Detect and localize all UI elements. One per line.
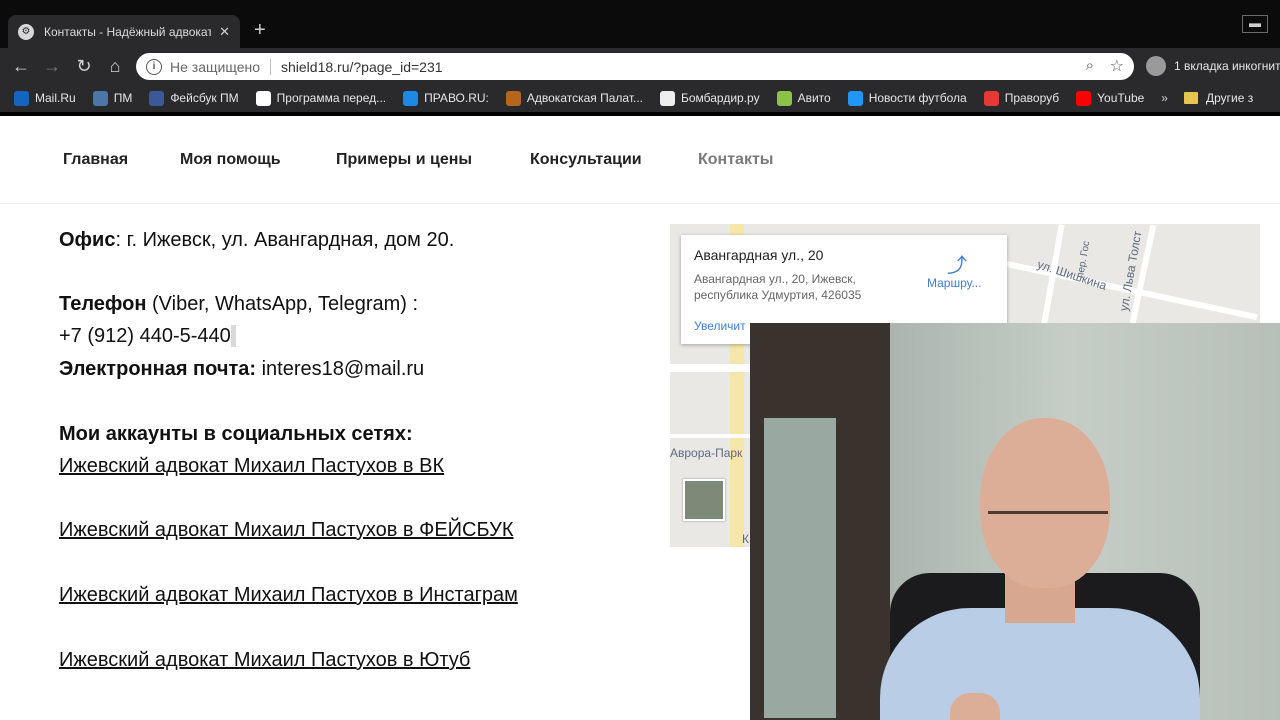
office-value: : г. Ижевск, ул. Авангардная, дом 20. — [115, 229, 455, 251]
social-link-youtube[interactable]: Ижевский адвокат Михаил Пастухов в Ютуб — [59, 649, 470, 672]
nav-my-help[interactable]: Моя помощь — [180, 151, 281, 169]
window-minimize-button[interactable]: ▬ — [1242, 15, 1268, 33]
bookmark-label: Программа перед... — [276, 91, 387, 105]
enlarge-map-link[interactable]: Увеличит — [694, 319, 746, 333]
tab-favicon-icon: ⚙ — [18, 23, 34, 40]
social-link-vk[interactable]: Ижевский адвокат Михаил Пастухов в ВК — [59, 455, 444, 478]
bookmark-label: ПМ — [113, 91, 133, 105]
bookmark-favicon-icon — [149, 90, 165, 106]
map-road — [972, 253, 1258, 321]
directions-link[interactable]: Маршру... — [927, 276, 981, 290]
forward-arrow-icon[interactable]: → — [40, 55, 64, 79]
phone-number: +7 (912) 440-5-440 — [59, 325, 231, 347]
bookmark-favicon-icon — [255, 90, 271, 106]
back-arrow-icon[interactable]: ← — [9, 55, 33, 79]
phone-number-line: +7 (912) 440-5-440 — [59, 325, 237, 348]
reload-icon[interactable]: ↻ — [72, 55, 96, 79]
video-door-pane — [764, 418, 836, 718]
bookmark-item[interactable]: Фейсбук ПМ — [149, 90, 239, 106]
tab-close-icon[interactable]: ✕ — [219, 24, 230, 40]
map-area-label: Аврора-Парк — [670, 446, 743, 460]
bookmark-item[interactable]: Mail.Ru — [14, 90, 76, 106]
nav-consultations[interactable]: Консультации — [530, 151, 642, 169]
not-secure-label: Не защищено — [170, 58, 260, 75]
social-heading: Мои аккаунты в социальных сетях: — [59, 423, 413, 445]
email-label: Электронная почта: — [59, 358, 257, 380]
bookmark-label: YouTube — [1097, 91, 1145, 105]
video-person-glasses — [988, 511, 1108, 529]
social-link-instagram[interactable]: Ижевский адвокат Михаил Пастухов в Инста… — [59, 584, 518, 607]
email-value[interactable]: interes18@mail.ru — [256, 358, 425, 380]
bookmarks-overflow-button[interactable]: » — [1161, 91, 1168, 105]
incognito-icon — [1146, 56, 1166, 76]
folder-icon — [1183, 92, 1198, 104]
video-person-head — [980, 418, 1110, 588]
email-line: Электронная почта: interes18@mail.ru — [59, 358, 424, 381]
url-text[interactable]: shield18.ru/?page_id=231 — [281, 59, 443, 75]
bookmark-favicon-icon — [660, 90, 675, 106]
bookmark-label: Фейсбук ПМ — [170, 91, 239, 105]
office-line: Офис: г. Ижевск, ул. Авангардная, дом 20… — [59, 229, 454, 252]
bookmark-favicon-icon — [776, 90, 792, 106]
webcam-video-overlay — [750, 323, 1280, 720]
bookmark-star-icon[interactable]: ☆ — [1110, 56, 1124, 76]
bookmark-label: ПРАВО.RU: — [424, 91, 489, 105]
bookmark-label: Mail.Ru — [35, 91, 76, 105]
incognito-label: 1 вкладка инкогнит — [1174, 59, 1280, 73]
video-person-hand — [950, 693, 1000, 720]
zoom-icon[interactable]: ⌕ — [1086, 57, 1094, 74]
map-road — [670, 434, 750, 438]
nav-contacts[interactable]: Контакты — [698, 151, 773, 169]
bookmark-item[interactable]: ПМ — [92, 90, 133, 106]
text-selection — [230, 325, 237, 347]
bookmark-item[interactable]: ПРАВО.RU: — [403, 90, 489, 106]
nav-examples-prices[interactable]: Примеры и цены — [336, 151, 472, 169]
office-label: Офис — [59, 229, 116, 251]
bookmark-favicon-icon — [983, 90, 999, 106]
bookmark-favicon-icon — [847, 90, 863, 106]
video-person-shirt — [880, 608, 1200, 720]
bookmark-label: Бомбардир.ру — [681, 91, 760, 105]
other-bookmarks-folder[interactable]: Другие з — [1183, 91, 1254, 105]
address-separator — [270, 58, 271, 75]
video-door — [750, 323, 890, 720]
bookmark-item[interactable]: Праворуб — [983, 90, 1060, 106]
other-bookmarks-label: Другие з — [1205, 91, 1254, 105]
map-edge-label: К — [742, 532, 749, 546]
info-icon[interactable]: i — [146, 58, 162, 75]
bookmark-favicon-icon — [1076, 90, 1092, 106]
bookmark-label: Адвокатская Палат... — [526, 91, 643, 105]
new-tab-button[interactable]: + — [254, 20, 266, 40]
address-bar[interactable]: i Не защищено shield18.ru/?page_id=231 ⌕… — [136, 53, 1134, 80]
place-address: Авангардная ул., 20, Ижевск, республика … — [694, 272, 862, 302]
phone-line: Телефон (Viber, WhatsApp, Telegram) : — [59, 293, 418, 316]
place-title: Авангардная ул., 20 — [694, 247, 824, 263]
nav-home[interactable]: Главная — [63, 151, 128, 169]
bookmark-favicon-icon — [403, 90, 419, 106]
bookmark-item[interactable]: YouTube — [1076, 90, 1145, 106]
social-link-facebook[interactable]: Ижевский адвокат Михаил Пастухов в ФЕЙСБ… — [59, 519, 514, 542]
bookmark-label: Новости футбола — [868, 91, 967, 105]
bookmark-label: Праворуб — [1004, 91, 1060, 105]
bookmark-label: Авито — [797, 91, 831, 105]
home-icon[interactable]: ⌂ — [103, 55, 127, 79]
satellite-toggle[interactable] — [683, 479, 725, 521]
bookmark-favicon-icon — [92, 90, 108, 106]
bookmark-item[interactable]: Авито — [776, 90, 831, 106]
bookmark-item[interactable]: Новости футбола — [847, 90, 967, 106]
bookmarks-bar: Mail.Ru ПМ Фейсбук ПМ Программа перед... ПРА… — [0, 84, 1280, 112]
bookmark-favicon-icon — [14, 90, 29, 106]
bookmark-item[interactable]: Программа перед... — [255, 90, 387, 106]
bookmark-item[interactable]: Бомбардир.ру — [660, 90, 760, 106]
phone-label: Телефон — [59, 293, 147, 315]
directions-icon[interactable]: ⤴ — [947, 249, 967, 278]
browser-tab[interactable]: ⚙ Контакты - Надёжный адвокат ✕ — [8, 15, 240, 48]
bookmark-favicon-icon — [505, 90, 521, 106]
incognito-indicator[interactable]: 1 вкладка инкогнит — [1146, 55, 1280, 77]
phone-note: (Viber, WhatsApp, Telegram) : — [146, 293, 419, 315]
bookmark-item[interactable]: Адвокатская Палат... — [505, 90, 643, 106]
tab-title: Контакты - Надёжный адвокат — [44, 24, 212, 39]
